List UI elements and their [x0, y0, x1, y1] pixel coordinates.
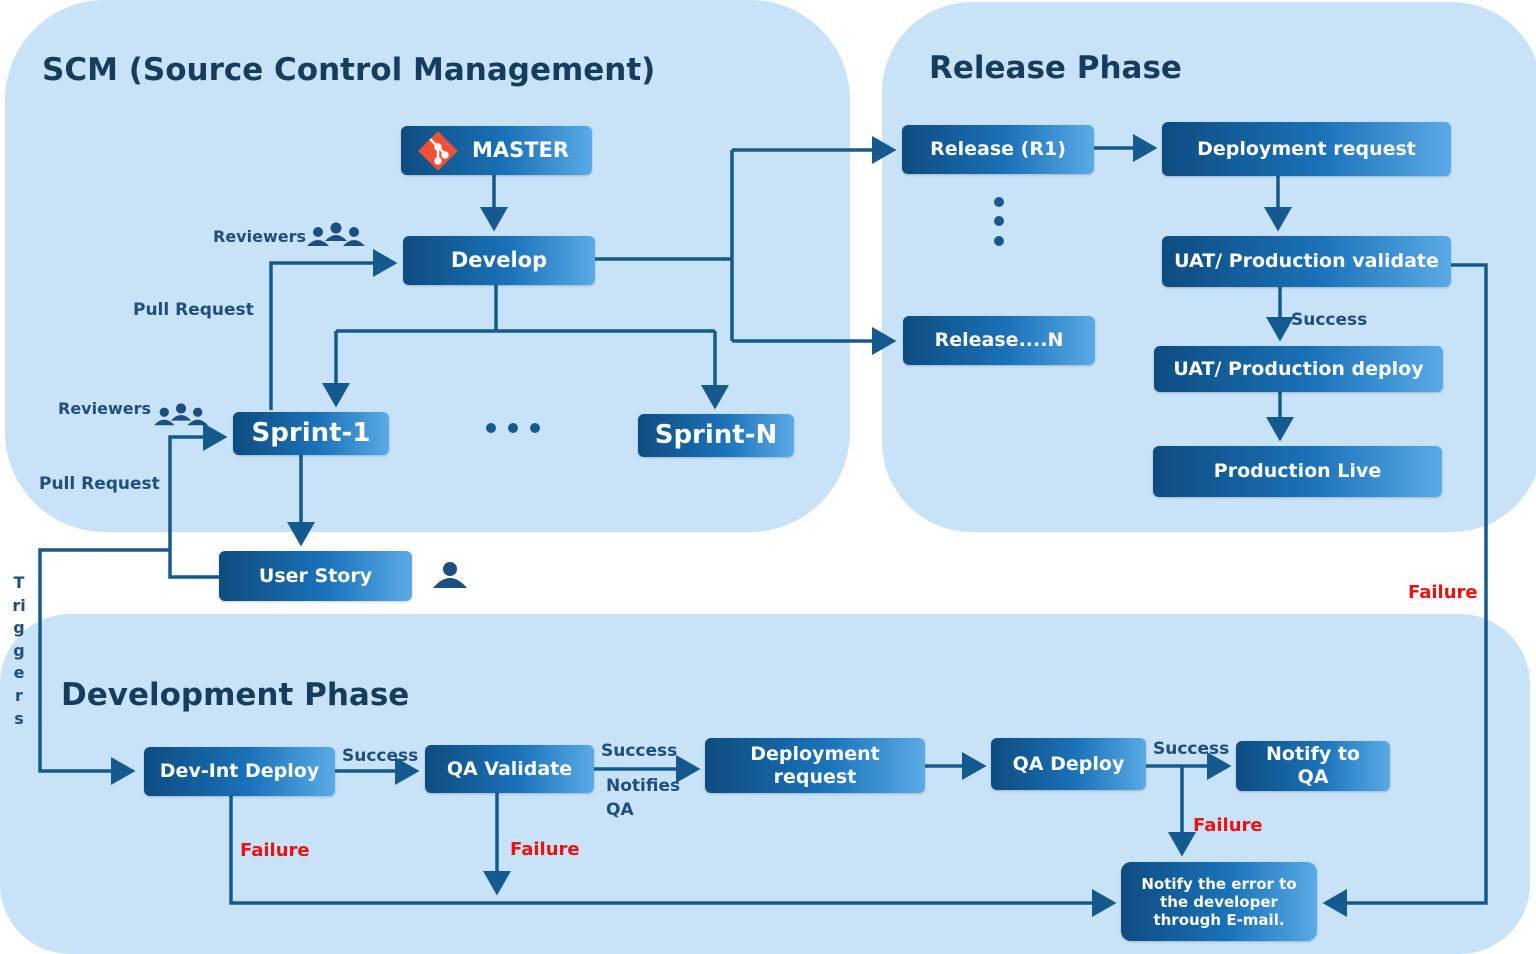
dev-deployment-request-box[interactable]: Deployment request — [705, 738, 925, 793]
reviewers-label-top: Reviewers — [213, 227, 306, 246]
master-label: MASTER — [471, 137, 570, 162]
success-label-1: Success — [342, 746, 419, 766]
triggers-label: Triggers — [12, 573, 26, 728]
ellipsis-dot — [508, 423, 518, 433]
pull-request-label-top: Pull Request — [133, 300, 254, 320]
develop-box[interactable]: Develop — [403, 236, 595, 285]
reviewers-group-icon — [307, 222, 365, 246]
release-r1-box[interactable]: Release (R1) — [902, 125, 1094, 174]
pull-request-label-left: Pull Request — [39, 474, 160, 494]
notifies-qa-label: Notifies QA — [606, 776, 681, 820]
release-success-label: Success — [1291, 310, 1368, 330]
ellipsis-dot — [530, 423, 540, 433]
reviewers-label-left: Reviewers — [58, 399, 151, 418]
release-n-box[interactable]: Release....N — [903, 316, 1095, 365]
release-deployment-request-box[interactable]: Deployment request — [1162, 122, 1451, 176]
reviewers-group-icon — [154, 403, 208, 426]
user-story-box[interactable]: User Story — [219, 551, 412, 601]
release-failure-label: Failure — [1408, 582, 1478, 603]
sprint-1-box[interactable]: Sprint-1 — [233, 412, 389, 455]
dev-int-deploy-box[interactable]: Dev-Int Deploy — [144, 747, 335, 796]
git-icon — [418, 131, 458, 171]
success-label-3: Success — [1153, 739, 1230, 759]
ellipsis-dot — [486, 423, 496, 433]
ellipsis-dot — [994, 216, 1004, 226]
ellipsis-dot — [994, 236, 1004, 246]
master-box[interactable]: MASTER — [401, 126, 592, 175]
uat-validate-box[interactable]: UAT/ Production validate — [1162, 236, 1451, 287]
failure-label-2: Failure — [510, 839, 580, 860]
success-label-2: Success — [601, 741, 678, 761]
qa-validate-box[interactable]: QA Validate — [425, 745, 594, 793]
notify-error-box[interactable]: Notify the error to the developer throug… — [1121, 862, 1317, 941]
failure-label-1: Failure — [240, 840, 310, 861]
qa-deploy-box[interactable]: QA Deploy — [991, 738, 1146, 790]
failure-label-3: Failure — [1193, 815, 1263, 836]
uat-deploy-box[interactable]: UAT/ Production deploy — [1154, 346, 1443, 392]
notify-qa-box[interactable]: Notify to QA — [1236, 741, 1390, 791]
sprint-n-box[interactable]: Sprint-N — [638, 414, 794, 457]
user-icon — [433, 562, 467, 588]
ellipsis-dot — [994, 197, 1004, 207]
production-live-box[interactable]: Production Live — [1153, 446, 1442, 497]
